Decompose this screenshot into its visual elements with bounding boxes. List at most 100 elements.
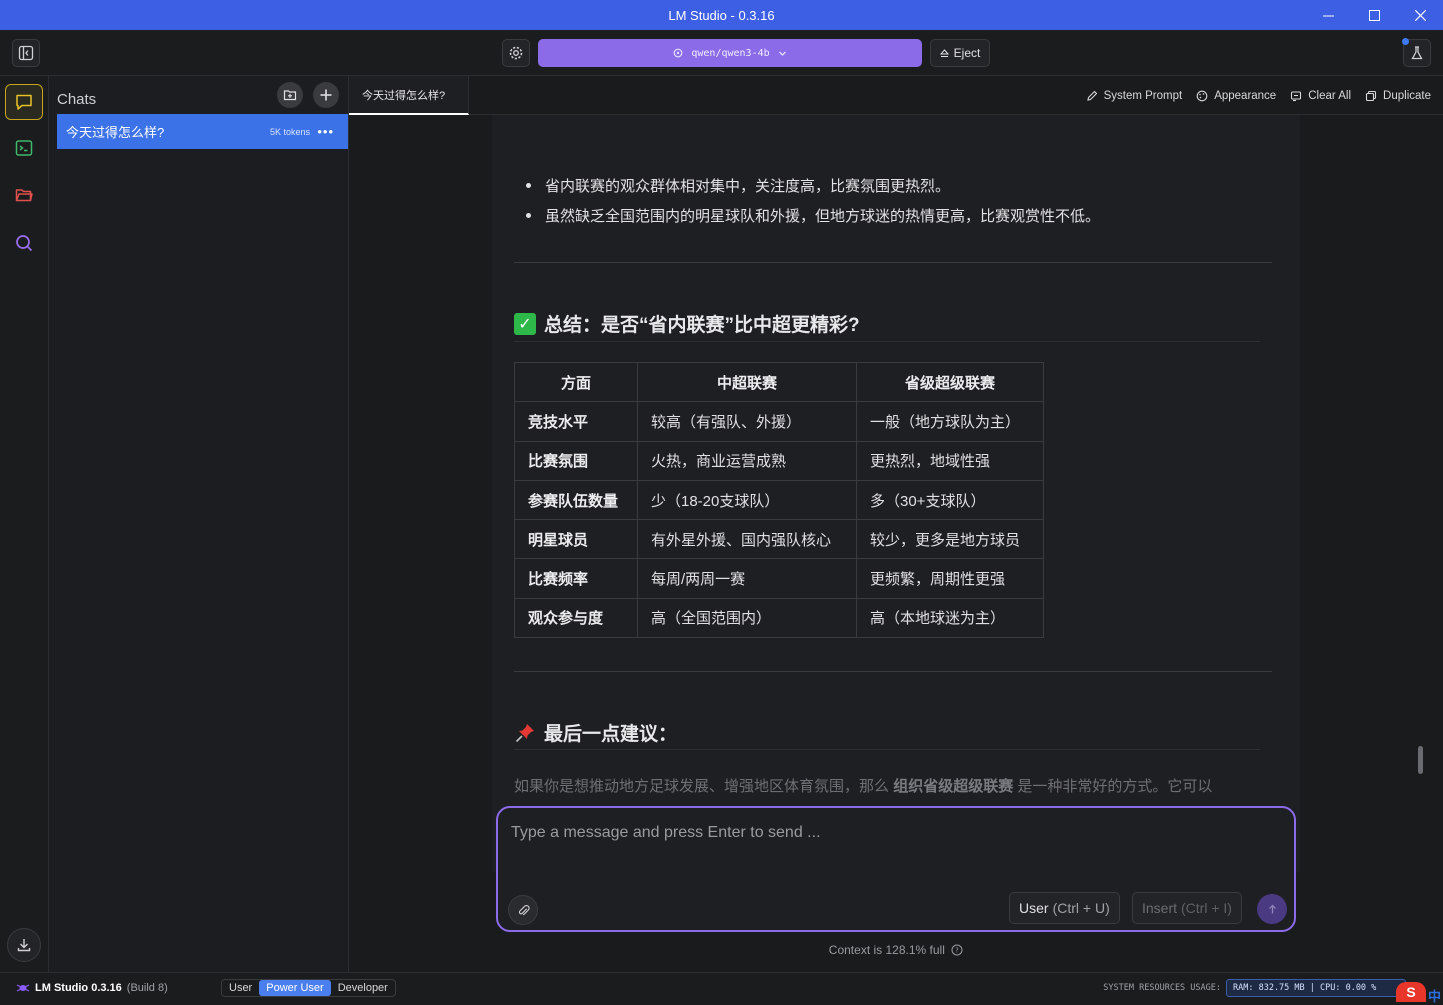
table-cell: 参赛队伍数量 [514,479,638,521]
table-cell: 较高（有强队、外援） [637,401,857,442]
chat-list-item[interactable]: 今天过得怎么样? 5K tokens ••• [57,114,348,149]
heading-underline [514,341,1260,342]
mode-power-user[interactable]: Power User [259,980,331,996]
user-role-shortcut: (Ctrl + U) [1052,900,1110,916]
tab-bar: 今天过得怎么样? System Prompt Appearance Clear … [349,76,1443,115]
toggle-sidebar-button[interactable] [12,39,40,67]
folder-icon [15,189,33,202]
appearance-button[interactable]: Appearance [1196,90,1276,102]
advice-text-bold: 组织省级超级联赛 [893,778,1014,795]
maximize-button[interactable] [1351,0,1397,30]
message-input-placeholder: Type a message and press Enter to send .… [511,824,821,841]
maximize-icon [1368,9,1380,21]
model-settings-button[interactable] [502,39,530,67]
bullet-text: 省内联赛的观众群体相对集中，关注度高，比赛氛围更热烈。 [545,178,951,195]
app-build: (Build 8) [126,982,168,994]
bullet-item: 省内联赛的观众群体相对集中，关注度高，比赛氛围更热烈。 [514,175,950,196]
mode-user[interactable]: User [222,980,259,996]
tab-chat[interactable]: 今天过得怎么样? [349,76,469,115]
comparison-table: 方面 中超联赛 省级超级联赛 竞技水平 较高（有强队、外援） 一般（地方球队为主） … [514,361,1044,639]
duplicate-button[interactable]: Duplicate [1365,90,1431,102]
chat-bubble-icon [16,94,32,110]
model-selector[interactable]: qwen/qwen3-4b [538,39,922,67]
rail-developer-button[interactable] [5,130,43,166]
chats-sidebar: Chats 今天过得怎么样? 5K tokens ••• [49,76,349,972]
close-icon [1414,9,1426,21]
send-button[interactable] [1257,894,1287,924]
close-button[interactable] [1397,0,1443,30]
new-folder-button[interactable] [277,82,303,108]
table-row: 参赛队伍数量 少（18-20支球队） 多（30+支球队） [514,479,1044,521]
eject-icon [939,48,949,57]
bullet-text: 虽然缺乏全国范围内的明星球队和外援，但地方球迷的热情更高，比赛观赏性不低。 [545,208,1101,225]
minimize-button[interactable] [1305,0,1351,30]
context-usage: Context is 128.1% full ? [349,943,1443,957]
app-version: LM Studio 0.3.16 (Build 8) [16,973,168,1003]
pushpin-icon [515,723,534,742]
eject-label: Eject [953,46,981,60]
duplicate-label: Duplicate [1383,89,1431,102]
rail-chats-button[interactable] [5,84,43,120]
palette-icon [1196,90,1208,101]
table-cell: 竞技水平 [514,401,638,442]
table-row: 观众参与度 高（全国范围内） 高（本地球迷为主） [514,597,1044,639]
search-icon [16,235,33,252]
rail-discover-button[interactable] [5,225,43,261]
clear-all-button[interactable]: Clear All [1290,90,1351,102]
advice-text-pre: 如果你是想推动地方足球发展、增强地区体育氛围，那么 [514,778,890,795]
more-options-icon[interactable]: ••• [317,124,334,139]
clear-icon [1291,90,1302,101]
advice-text-post: 是一种非常好的方式。它可以 [1017,778,1213,795]
downloads-button[interactable] [7,928,41,962]
advice-paragraph: 如果你是想推动地方足球发展、增强地区体育氛围，那么 组织省级超级联赛 是一种非常… [514,775,1212,796]
terminal-icon [15,140,33,156]
table-header-cell: 方面 [514,361,638,403]
flask-icon [1411,46,1423,60]
system-resources-value[interactable]: RAM: 832.75 MB | CPU: 0.00 % [1226,979,1406,997]
gear-icon [509,46,523,60]
window-title: LM Studio - 0.3.16 [668,7,775,23]
insert-label: Insert [1142,900,1178,916]
chat-item-title: 今天过得怎么样? [66,125,165,140]
scrollbar-thumb[interactable] [1418,746,1423,774]
mode-developer[interactable]: Developer [331,980,395,996]
attach-button[interactable] [508,895,538,925]
user-role-button[interactable]: User (Ctrl + U) [1009,892,1120,924]
copy-icon [1365,90,1377,101]
ime-language[interactable]: 中 [1428,986,1441,1005]
table-cell: 观众参与度 [514,597,638,639]
summary-heading: ✓ 总结：是否“省内联赛”比中超更精彩? [514,310,860,337]
context-usage-text: Context is 128.1% full [828,943,945,957]
table-cell: 火热，商业运营成熟 [637,440,857,481]
chat-item-tokens: 5K tokens [269,126,310,137]
top-bar: qwen/qwen3-4b Eject [0,30,1443,76]
system-prompt-button[interactable]: System Prompt [1086,90,1182,102]
svg-text:?: ? [955,947,959,955]
divider [514,671,1272,672]
divider [514,262,1272,263]
new-chat-button[interactable] [313,82,339,108]
table-cell: 更频繁，周期性更强 [856,558,1044,599]
user-role-label: User [1019,900,1049,916]
rail-models-button[interactable] [5,177,43,213]
ime-indicator[interactable]: S [1396,982,1426,1002]
tab-title: 今天过得怎么样? [362,89,446,102]
help-circle-icon[interactable]: ? [951,944,963,956]
chat-toolbar: System Prompt Appearance Clear All Dupli… [1086,76,1431,115]
paperclip-icon [518,904,530,915]
plus-icon [320,89,332,101]
chats-title: Chats [57,90,97,108]
table-row: 比赛频率 每周/两周一赛 更频繁，周期性更强 [514,558,1044,599]
table-cell: 高（本地球迷为主） [856,597,1044,639]
table-cell: 明星球员 [514,519,638,560]
minimize-icon [1322,15,1334,16]
table-cell: 一般（地方球队为主） [856,401,1044,442]
pen-icon [1086,90,1097,101]
arrow-up-icon [1268,904,1276,913]
main-area: 今天过得怎么样? System Prompt Appearance Clear … [349,76,1443,972]
message-composer[interactable]: Type a message and press Enter to send .… [496,806,1296,932]
insert-button[interactable]: Insert (Ctrl + I) [1132,892,1242,924]
notification-dot [1402,38,1409,45]
eject-button[interactable]: Eject [930,39,990,67]
table-cell: 少（18-20支球队） [637,479,857,521]
